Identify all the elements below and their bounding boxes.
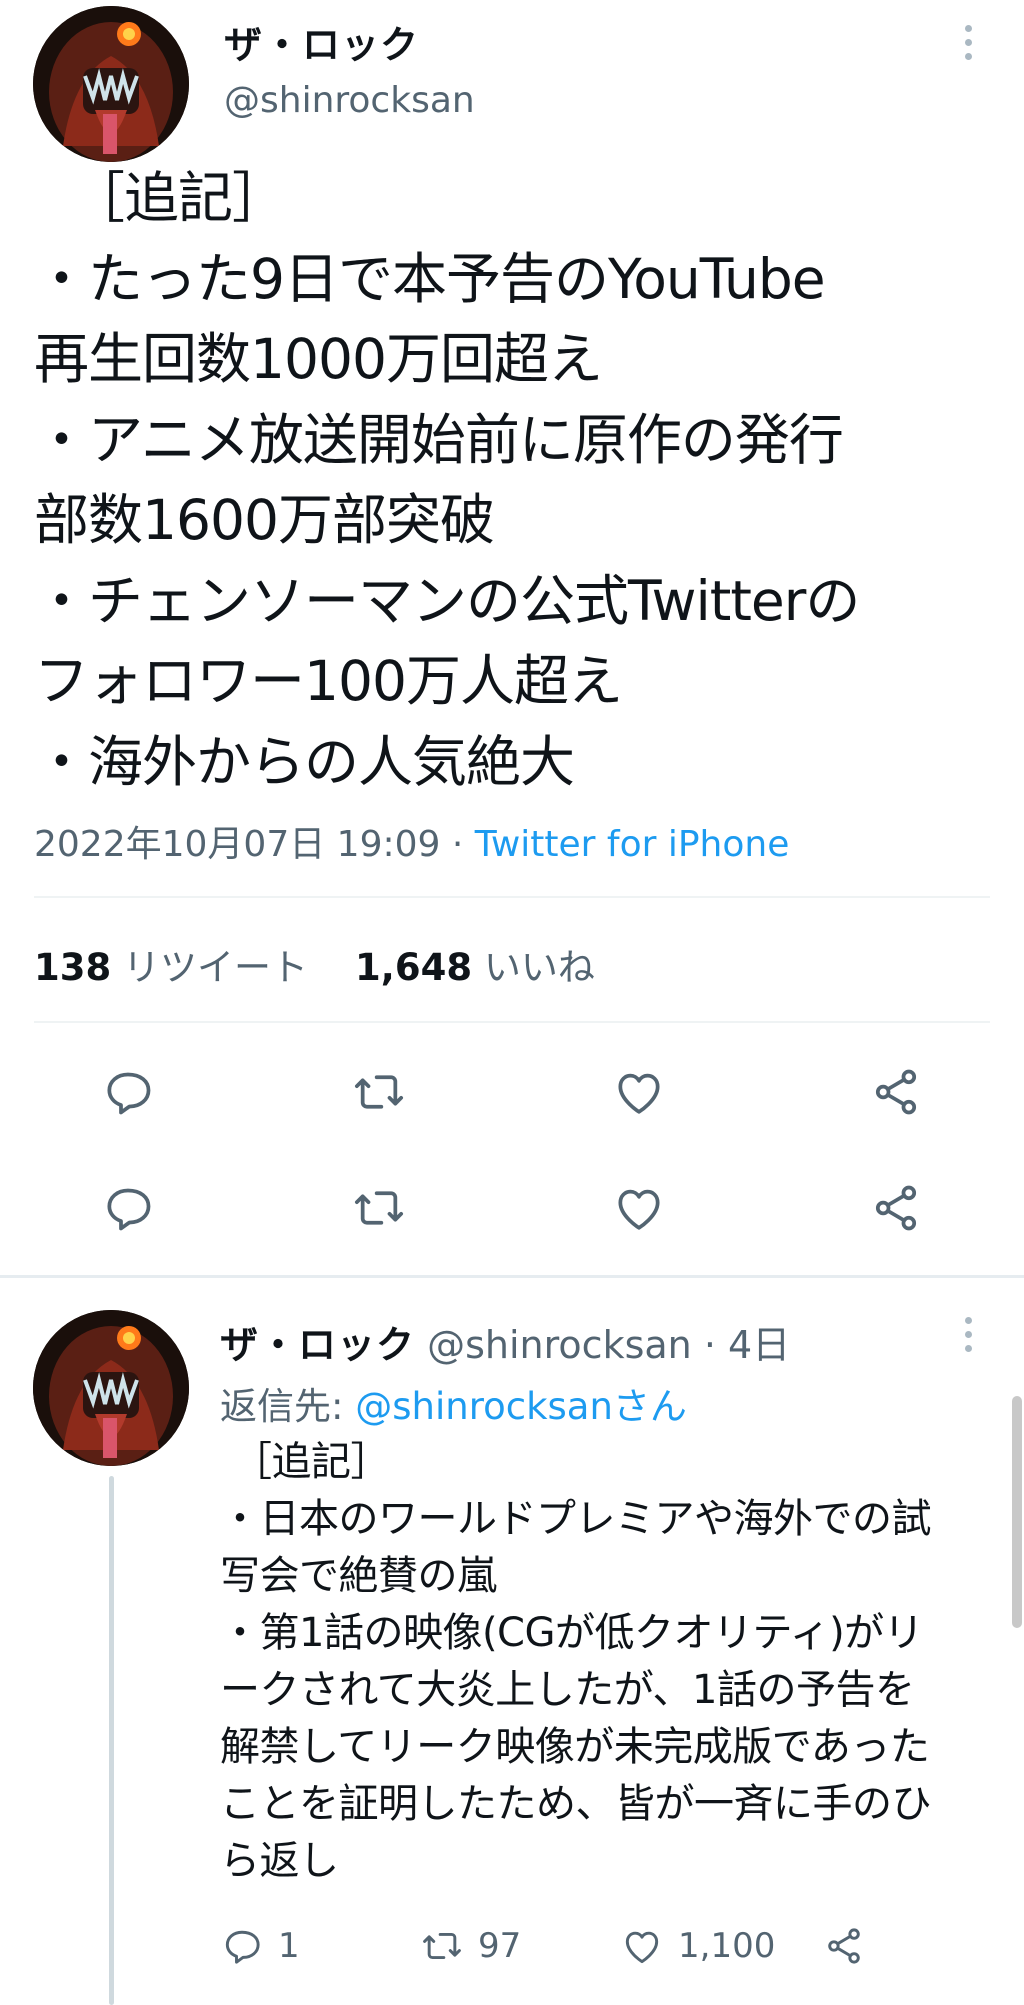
more-vertical-icon <box>964 24 972 32</box>
more-vertical-icon <box>964 1316 972 1324</box>
retweet-button[interactable] <box>351 1064 407 1120</box>
tweet-text-line: ［追記］ <box>70 166 287 230</box>
reply-retweet-count: 97 <box>478 1926 522 1966</box>
reply-to-mention-link[interactable]: @shinrocksanさん <box>355 1385 687 1428</box>
retweet-count: 138 <box>34 946 112 989</box>
tweet-timestamp[interactable]: 2022年10月07日 19:09 <box>34 824 440 865</box>
reply-share-button[interactable] <box>822 1924 866 1968</box>
reply-text-line: ・第1話の映像(CGが低クオリティ)がリ <box>220 1610 924 1656</box>
reply-icon <box>107 1188 151 1231</box>
tweet-text: ［追記］ ・たった9日で本予告のYouTube 再生回数1000万回超え ・アニ… <box>34 158 860 802</box>
reply-button[interactable] <box>100 1064 156 1120</box>
like-stat[interactable]: 1,648 いいね <box>355 946 595 989</box>
reply-text-line: 解禁してリーク映像が未完成版であった <box>220 1724 930 1770</box>
reply-text-line: 写会で絶賛の嵐 <box>220 1553 497 1599</box>
like-label: いいね <box>483 946 595 989</box>
tweet-stats: 138 リツイート 1,648 いいね <box>34 937 595 991</box>
retweet-icon <box>423 1932 461 1960</box>
reply-tweet-text: ［追記］ ・日本のワールドプレミアや海外での試 写会で絶賛の嵐 ・第1話の映像(… <box>220 1434 932 1890</box>
share-icon <box>828 1928 860 1964</box>
reply-count: 1 <box>278 1926 300 1966</box>
reply-text-line: ・日本のワールドプレミアや海外での試 <box>220 1496 932 1542</box>
reply-time[interactable]: 4日 <box>728 1323 790 1367</box>
tweet-meta: 2022年10月07日 19:09 · Twitter for iPhone <box>34 815 789 867</box>
like-button[interactable] <box>611 1064 667 1120</box>
heart-icon <box>618 1073 660 1114</box>
share-button[interactable] <box>868 1180 924 1236</box>
retweet-icon <box>354 1191 404 1225</box>
reply-author-handle[interactable]: @shinrocksan <box>427 1323 692 1367</box>
scrollbar[interactable] <box>1012 1396 1022 1628</box>
retweet-stat[interactable]: 138 リツイート <box>34 946 308 989</box>
share-button[interactable] <box>868 1064 924 1120</box>
tweet-text-line: ・チェンソーマンの公式Twitterの <box>34 568 860 633</box>
share-icon <box>875 1185 917 1231</box>
tweet-source-link[interactable]: Twitter for iPhone <box>475 824 790 865</box>
retweet-icon <box>354 1075 404 1109</box>
thread-line <box>109 1476 114 2005</box>
author-avatar[interactable] <box>33 6 189 162</box>
like-button[interactable] <box>611 1180 667 1236</box>
divider <box>34 1021 990 1023</box>
reply-time-separator: · <box>703 1323 716 1367</box>
reply-to-line: 返信先: @shinrocksanさん <box>220 1376 687 1430</box>
section-separator <box>0 1275 1024 1278</box>
retweet-label: リツイート <box>123 946 308 989</box>
tweet-text-line: ・たった9日で本予告のYouTube <box>34 246 826 311</box>
reply-reply-button[interactable]: 1 <box>220 1924 300 1968</box>
reply-text-line: ［追記］ <box>232 1439 391 1485</box>
reply-like-count: 1,100 <box>678 1926 776 1966</box>
heart-icon <box>625 1931 659 1964</box>
reply-icon <box>225 1930 260 1964</box>
tweet-text-line: ・海外からの人気絶大 <box>34 729 575 794</box>
reply-like-button[interactable]: 1,100 <box>620 1924 775 1968</box>
meta-separator: · <box>451 824 464 865</box>
tweet-text-line: 部数1600万部突破 <box>34 488 495 552</box>
reply-button[interactable] <box>100 1180 156 1236</box>
reply-retweet-button[interactable]: 97 <box>420 1924 521 1968</box>
reply-text-line: ークされて大炎上したが、1話の予告を <box>220 1667 915 1713</box>
reply-text-line: ことを証明したため、皆が一斉に手のひ <box>220 1781 932 1827</box>
reply-to-label: 返信先: <box>220 1385 344 1428</box>
reply-text-line: ら返し <box>220 1838 339 1884</box>
reply-more-options-button[interactable] <box>948 1304 988 1364</box>
reply-author-name[interactable]: ザ・ロック <box>220 1323 415 1367</box>
author-handle[interactable]: @shinrocksan <box>224 80 475 121</box>
more-options-button[interactable] <box>948 12 988 72</box>
divider <box>34 896 990 898</box>
retweet-button[interactable] <box>351 1180 407 1236</box>
tweet-text-line: フォロワー100万人超え <box>34 649 623 713</box>
tweet-text-line: ・アニメ放送開始前に原作の発行 <box>34 407 844 472</box>
tweet-text-line: 再生回数1000万回超え <box>34 327 603 391</box>
reply-author-avatar[interactable] <box>33 1310 189 1466</box>
reply-header: ザ・ロック @shinrocksan · 4日 <box>220 1314 790 1369</box>
reply-icon <box>107 1072 151 1115</box>
author-name[interactable]: ザ・ロック <box>224 14 419 69</box>
share-icon <box>875 1069 917 1115</box>
like-count: 1,648 <box>355 946 473 989</box>
heart-icon <box>618 1189 660 1230</box>
